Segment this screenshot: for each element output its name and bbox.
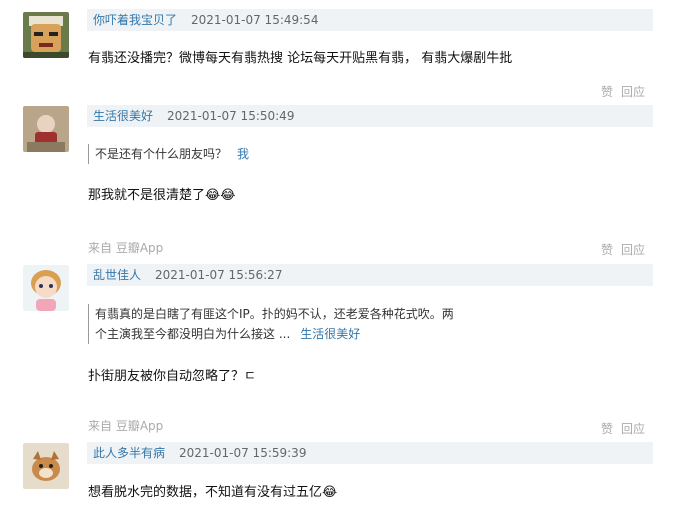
comment-timestamp: 2021-01-07 15:56:27 xyxy=(155,268,283,282)
comment-meta-bar: 你吓着我宝贝了 2021-01-07 15:49:54 xyxy=(87,9,653,31)
like-button[interactable]: 赞 xyxy=(601,422,613,436)
comment-author[interactable]: 此人多半有病 xyxy=(93,442,165,464)
comment-author[interactable]: 乱世佳人 xyxy=(93,264,141,286)
comment-actions: 赞回应 xyxy=(601,420,645,437)
like-button[interactable]: 赞 xyxy=(601,243,613,257)
quote-author-link[interactable]: 生活很美好 xyxy=(300,327,360,341)
reply-button[interactable]: 回应 xyxy=(621,85,645,99)
comment-meta-bar: 此人多半有病 2021-01-07 15:59:39 xyxy=(87,442,653,464)
comment-actions: 赞回应 xyxy=(601,83,645,100)
comment-text: 那我就不是很清楚了😂😂 xyxy=(88,188,236,203)
quote-author-link[interactable]: 我 xyxy=(237,147,249,161)
reply-button[interactable]: 回应 xyxy=(621,422,645,436)
comment-timestamp: 2021-01-07 15:50:49 xyxy=(167,109,295,123)
quote-text: 不是还有个什么朋友吗？ xyxy=(95,147,228,161)
quoted-reply: 有翡真的是白瞎了有匪这个IP。扑的妈不认，还老爱各种花式吹。两 个主演我至今都没… xyxy=(88,304,454,344)
comment-author[interactable]: 你吓着我宝贝了 xyxy=(93,9,177,31)
cartoon-face-avatar[interactable] xyxy=(23,12,69,58)
comment-timestamp: 2021-01-07 15:59:39 xyxy=(179,446,307,460)
comment-meta-bar: 乱世佳人 2021-01-07 15:56:27 xyxy=(87,264,653,286)
comment-meta-bar: 生活很美好 2021-01-07 15:50:49 xyxy=(87,105,653,127)
comment-text: 有翡还没播完？微博每天有翡热搜 论坛每天开贴黑有翡， 有翡大爆剧牛批 xyxy=(88,51,513,66)
comment-actions: 赞回应 xyxy=(601,241,645,258)
reply-button[interactable]: 回应 xyxy=(621,243,645,257)
quote-text: 个主演我至今都没明白为什么接这 ... xyxy=(95,327,291,341)
photo-avatar[interactable] xyxy=(23,106,69,152)
comment-text: 扑街朋友被你自动忽略了？ㄷ xyxy=(88,369,256,384)
quoted-reply: 不是还有个什么朋友吗？ 我 xyxy=(88,144,249,164)
comment-source: 来自 豆瓣App xyxy=(88,419,164,433)
like-button[interactable]: 赞 xyxy=(601,85,613,99)
dog-avatar[interactable] xyxy=(23,443,69,489)
comment-timestamp: 2021-01-07 15:49:54 xyxy=(191,13,319,27)
comment-source: 来自 豆瓣App xyxy=(88,241,164,255)
quote-text: 有翡真的是白瞎了有匪这个IP。扑的妈不认，还老爱各种花式吹。两 xyxy=(95,307,454,321)
comment-text: 想看脱水完的数据，不知道有没有过五亿😂 xyxy=(88,485,338,500)
doll-avatar[interactable] xyxy=(23,265,69,311)
comment-author[interactable]: 生活很美好 xyxy=(93,105,153,127)
